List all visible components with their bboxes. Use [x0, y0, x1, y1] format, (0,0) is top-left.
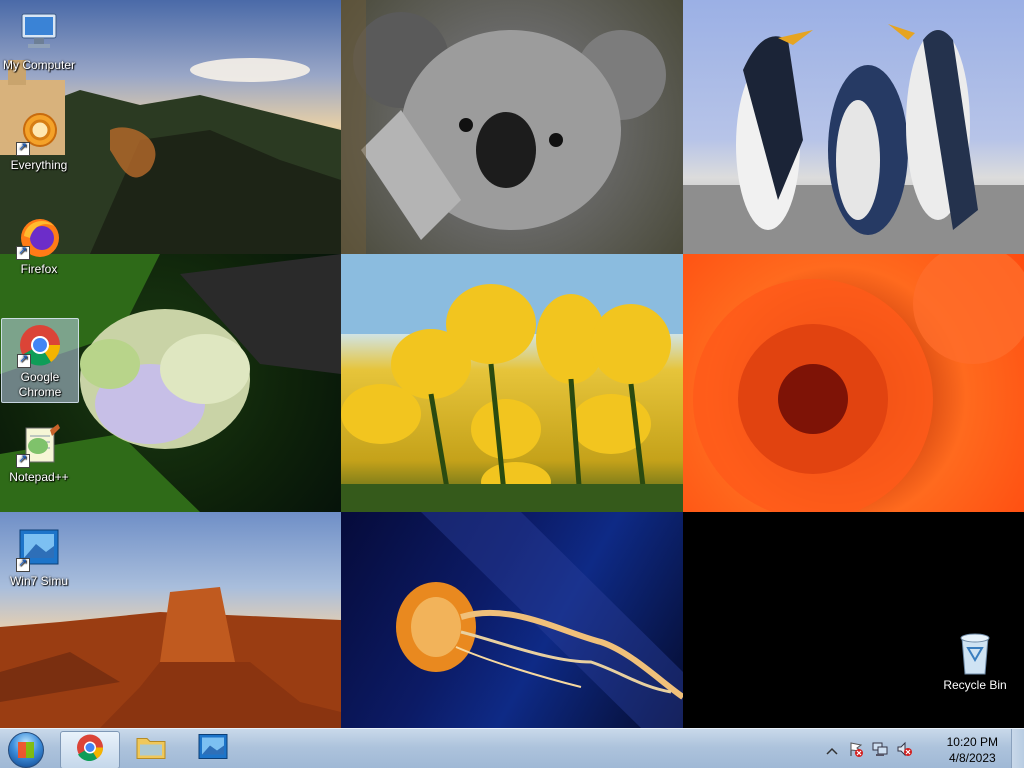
chrome-icon: [17, 322, 63, 368]
wallpaper-tile-koala: [341, 0, 683, 254]
shortcut-arrow-icon: [16, 140, 30, 156]
desktop-icon-label: Recycle Bin: [943, 678, 1007, 692]
computer-icon: [16, 10, 62, 56]
desktop-icon-label: Win7 Simu: [9, 574, 68, 588]
chrysanthemum-art: [693, 254, 1024, 512]
win7-simu-taskbar-button[interactable]: [184, 731, 242, 767]
shortcut-arrow-icon: [17, 352, 31, 368]
wallpaper-tile-penguins: [683, 0, 1024, 254]
show-desktop-button[interactable]: [1011, 729, 1024, 768]
recycle-bin-icon: [952, 630, 998, 676]
win7-simu-icon: [198, 734, 228, 765]
wallpaper-tile-chrysanthemum: [683, 254, 1024, 512]
desktop-icon-notepadpp[interactable]: Notepad++: [1, 422, 77, 485]
wallpaper-tile-tulips: [341, 254, 683, 512]
show-hidden-icons-icon[interactable]: [826, 743, 842, 759]
notepadpp-icon: [16, 422, 62, 468]
action-center-flag-icon[interactable]: [848, 741, 864, 757]
network-icon[interactable]: [872, 741, 888, 757]
taskbar-clock[interactable]: 10:20 PM 4/8/2023: [947, 734, 998, 766]
firefox-icon: [16, 214, 62, 260]
desktop-icon-label: Everything: [10, 158, 68, 172]
desktop-icon-label: Firefox: [20, 262, 58, 276]
taskbar: 10:20 PM 4/8/2023: [0, 728, 1024, 768]
folder-icon: [135, 733, 167, 766]
desktop-icon-label: Notepad++: [9, 470, 69, 484]
volume-muted-icon[interactable]: [896, 741, 912, 757]
clock-date: 4/8/2023: [948, 751, 996, 765]
desktop-wallpaper[interactable]: [0, 0, 1024, 728]
win7-simu-icon: [16, 526, 62, 572]
chrome-icon: [75, 733, 105, 768]
clock-time: 10:20 PM: [946, 735, 998, 749]
desktop-icon-google-chrome[interactable]: Google Chrome: [1, 318, 79, 403]
system-tray: 10:20 PM 4/8/2023: [822, 729, 1012, 768]
everything-search-icon: [16, 110, 62, 156]
desktop-icon-my-computer[interactable]: My Computer: [1, 10, 77, 73]
wallpaper-tile-black: [683, 512, 1024, 728]
windows-start-orb-icon: [8, 732, 44, 768]
wallpaper-tile-jellyfish: [341, 512, 683, 728]
desktop-icon-recycle-bin[interactable]: Recycle Bin: [936, 630, 1014, 693]
shortcut-arrow-icon: [16, 452, 30, 468]
jellyfish-art: [396, 512, 683, 728]
koala-art: [341, 0, 666, 254]
desktop-icon-label: Google Chrome: [18, 370, 62, 399]
desktop-icon-win7-simu[interactable]: Win7 Simu: [1, 526, 77, 589]
penguins-art: [683, 24, 1024, 254]
desktop-icon-everything[interactable]: Everything: [1, 110, 77, 173]
tulips-art: [341, 254, 683, 512]
chrome-taskbar-button[interactable]: [60, 731, 120, 768]
shortcut-arrow-icon: [16, 244, 30, 260]
shortcut-arrow-icon: [16, 556, 30, 572]
explorer-taskbar-button[interactable]: [122, 731, 180, 767]
start-button[interactable]: [4, 731, 48, 768]
desktop-icon-firefox[interactable]: Firefox: [1, 214, 77, 277]
desktop-icon-label: My Computer: [2, 58, 76, 72]
